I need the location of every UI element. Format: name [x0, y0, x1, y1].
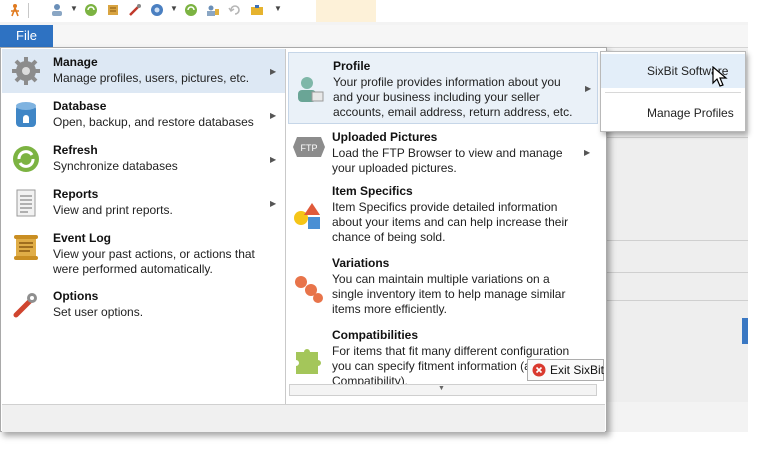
- chevron-down-icon: ▼: [438, 385, 445, 392]
- option-description: You can maintain multiple variations on …: [332, 272, 566, 316]
- background-divider: [604, 240, 748, 241]
- ftp-icon: FTP: [293, 137, 325, 157]
- menu-item-description: Open, backup, and restore databases: [53, 115, 254, 129]
- puzzle-icon: [296, 349, 321, 374]
- variations-icon: [295, 276, 323, 303]
- option-uploaded-pictures[interactable]: FTP Uploaded Pictures Load the FTP Brows…: [288, 126, 598, 182]
- scroll-icon[interactable]: [106, 3, 120, 17]
- menu-item-description: Set user options.: [53, 305, 144, 319]
- quick-access-toolbar: ▼ ▼ ▼: [0, 0, 748, 23]
- option-title: Uploaded Pictures: [332, 130, 438, 144]
- menu-item-description: View your past actions, or actions that …: [53, 247, 255, 276]
- gear-icon: [12, 57, 40, 85]
- profile-icon: [298, 77, 324, 102]
- mouse-cursor-icon: [712, 66, 728, 87]
- menu-item-title: Refresh: [53, 143, 98, 157]
- menu-item-title: Reports: [53, 187, 99, 201]
- file-menu: Manage Manage profiles, users, pictures,…: [0, 47, 607, 432]
- tools-icon: [13, 293, 37, 318]
- option-description: Load the FTP Browser to view and manage …: [332, 146, 563, 175]
- file-menu-categories: Manage Manage profiles, users, pictures,…: [2, 49, 285, 404]
- menu-item-description: View and print reports.: [53, 203, 173, 217]
- option-title: Variations: [332, 256, 390, 270]
- menu-item-event-log[interactable]: Event Log View your past actions, or act…: [2, 225, 285, 283]
- submenu-separator: [605, 92, 741, 93]
- menu-item-title: Manage: [53, 55, 98, 69]
- menu-item-description: Synchronize databases: [53, 159, 178, 173]
- option-title: Compatibilities: [332, 328, 419, 342]
- submenu-arrow-icon: ▶: [270, 155, 277, 164]
- dropdown-arrow-icon[interactable]: ▼: [170, 4, 178, 13]
- database-icon: [16, 102, 36, 127]
- menu-item-options[interactable]: Options Set user options.: [2, 283, 285, 327]
- submenu-item-manage-profiles[interactable]: Manage Profiles: [601, 96, 745, 130]
- refresh-icon[interactable]: [184, 3, 198, 17]
- option-title: Item Specifics: [332, 184, 413, 198]
- submenu-arrow-icon: ▶: [270, 111, 277, 120]
- globe-icon[interactable]: [150, 3, 164, 17]
- customize-toolbar-icon[interactable]: ▼: [274, 4, 282, 13]
- scroll-down-button[interactable]: ▼: [289, 384, 597, 396]
- submenu-arrow-icon: ▶: [270, 199, 277, 208]
- menu-item-manage[interactable]: Manage Manage profiles, users, pictures,…: [2, 49, 285, 93]
- file-menu-footer: [2, 404, 605, 432]
- manage-options-list: Profile Your profile provides informatio…: [288, 52, 598, 398]
- file-tab[interactable]: File: [0, 25, 53, 47]
- ribbon-tab-bar: [53, 25, 748, 48]
- exit-button[interactable]: Exit SixBit: [527, 359, 604, 381]
- submenu-item-label: Manage Profiles: [647, 106, 734, 120]
- option-item-specifics[interactable]: Item Specifics Item Specifics provide de…: [288, 182, 598, 254]
- option-title: Profile: [333, 59, 371, 73]
- background-divider: [604, 137, 748, 138]
- menu-item-title: Options: [53, 289, 99, 303]
- submenu-arrow-icon: ▶: [270, 67, 277, 76]
- background-divider: [604, 272, 748, 273]
- shapes-icon: [294, 203, 320, 229]
- svg-text:FTP: FTP: [301, 143, 318, 153]
- toolbar-separator: [28, 3, 29, 18]
- close-icon: [532, 363, 546, 377]
- menu-item-reports[interactable]: Reports View and print reports. ▶: [2, 181, 285, 225]
- report-icon: [16, 189, 36, 217]
- option-variations[interactable]: Variations You can maintain multiple var…: [288, 254, 598, 326]
- exit-button-label: Exit SixBit: [550, 363, 605, 377]
- package-icon[interactable]: [250, 3, 264, 17]
- option-profile[interactable]: Profile Your profile provides informatio…: [288, 52, 598, 124]
- refresh-icon: [13, 146, 39, 172]
- menu-item-refresh[interactable]: Refresh Synchronize databases ▶: [2, 137, 285, 181]
- users-icon[interactable]: [206, 3, 220, 17]
- menu-item-description: Manage profiles, users, pictures, etc.: [53, 71, 250, 85]
- profile-submenu: SixBit Software Manage Profiles: [600, 51, 746, 132]
- user-icon[interactable]: [50, 3, 64, 17]
- toolbar-highlight: [316, 0, 376, 22]
- option-description: Item Specifics provide detailed informat…: [332, 200, 569, 244]
- background-scroll-indicator: [742, 318, 748, 344]
- background-divider: [604, 300, 748, 301]
- tools-icon[interactable]: [128, 3, 142, 17]
- scroll-icon: [14, 235, 38, 260]
- app-logo-icon[interactable]: [8, 3, 22, 17]
- menu-item-database[interactable]: Database Open, backup, and restore datab…: [2, 93, 285, 137]
- submenu-arrow-icon: ▶: [585, 84, 592, 93]
- undo-icon[interactable]: [228, 3, 242, 17]
- background-panel: [604, 100, 748, 402]
- option-description: Your profile provides information about …: [333, 75, 573, 119]
- submenu-arrow-icon: ▶: [584, 148, 591, 157]
- refresh-icon[interactable]: [84, 3, 98, 17]
- column-divider: [285, 49, 286, 404]
- menu-item-title: Event Log: [53, 231, 112, 245]
- menu-item-title: Database: [53, 99, 107, 113]
- dropdown-arrow-icon[interactable]: ▼: [70, 4, 78, 13]
